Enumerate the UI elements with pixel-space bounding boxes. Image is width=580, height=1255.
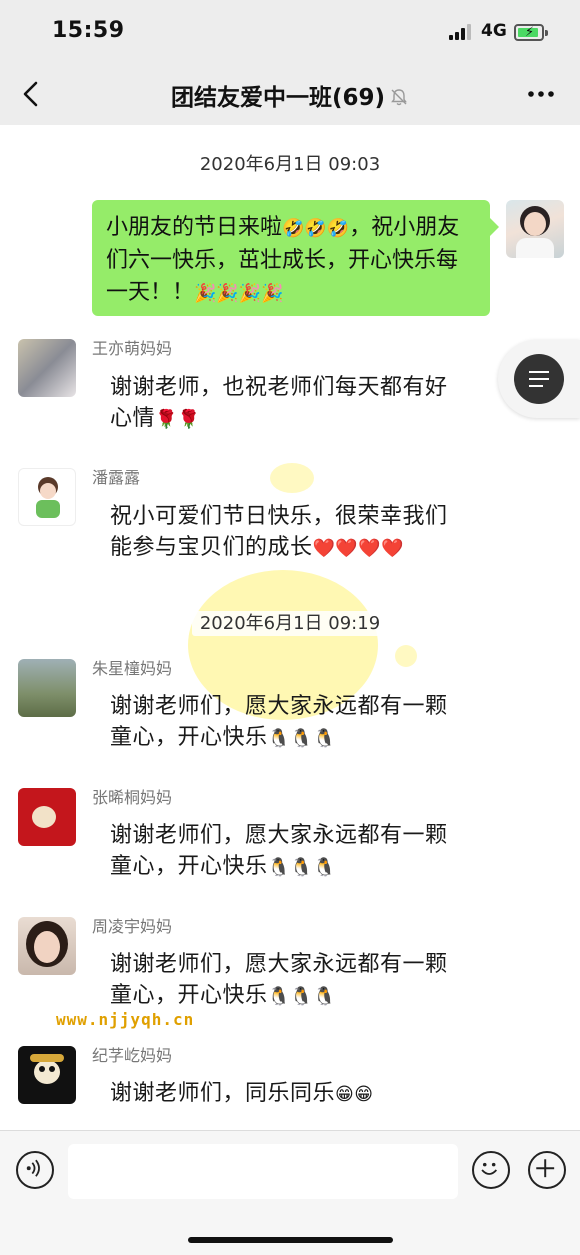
sender-name: 潘露露 — [92, 468, 141, 487]
message-text: 祝小可爱们节日快乐，很荣幸我们 能参与宝贝们的成长❤️❤️❤️❤️ — [110, 501, 448, 564]
message-text: 谢谢老师们，愿大家永远都有一颗 童心，开心快乐🐧🐧🐧 — [110, 820, 448, 883]
menu-icon — [514, 354, 564, 404]
sender-name: 周凌宇妈妈 — [92, 917, 173, 936]
site-watermark: www.njjyqh.cn — [56, 1010, 195, 1029]
timestamp: 2020年6月1日 09:03 — [0, 150, 580, 177]
status-bar: 15:59 4G ⚡ — [0, 0, 580, 62]
timestamp: 2020年6月1日 09:19 — [0, 609, 580, 636]
ellipsis-icon[interactable] — [526, 82, 556, 106]
avatar-sender[interactable] — [18, 339, 76, 397]
avatar-sender[interactable] — [18, 788, 76, 846]
outgoing-message-bubble[interactable]: 小朋友的节日来啦🤣🤣🤣，祝小朋友们六一快乐，茁壮成长，开心快乐每一天！！🎉🎉🎉🎉 — [92, 200, 499, 316]
chat-title: 团结友爱中一班(69) — [0, 78, 580, 112]
penguin-emoji-icon: 🐧🐧🐧 — [267, 728, 337, 749]
penguin-emoji-icon: 🐧🐧🐧 — [267, 857, 337, 878]
background-sticker-small — [270, 463, 314, 493]
avatar-sender[interactable] — [18, 659, 76, 717]
laugh-emoji-icon: 🤣🤣🤣 — [282, 218, 350, 239]
chat-title-text: 团结友爱中一班(69) — [170, 85, 386, 111]
floating-menu-button[interactable] — [498, 340, 580, 418]
plus-icon[interactable] — [528, 1151, 566, 1189]
bell-muted-icon — [391, 89, 407, 106]
rose-emoji-icon: 🌹🌹 — [155, 409, 201, 430]
avatar-self[interactable] — [506, 200, 564, 258]
message-text: 谢谢老师们，愿大家永远都有一颗 童心，开心快乐🐧🐧🐧 — [110, 949, 448, 1012]
outgoing-text-start: 小朋友的节日来啦 — [106, 215, 283, 240]
avatar-sender[interactable] — [18, 1046, 76, 1104]
signal-icon — [449, 24, 473, 40]
sender-name: 王亦萌妈妈 — [92, 339, 173, 358]
chat-area[interactable]: 2020年6月1日 09:03 小朋友的节日来啦🤣🤣🤣，祝小朋友们六一快乐，茁壮… — [0, 125, 580, 1130]
sender-name: 张晞桐妈妈 — [92, 788, 173, 807]
network-label: 4G — [481, 21, 507, 41]
smiley-icon[interactable] — [472, 1151, 510, 1189]
sender-name: 纪芓屹妈妈 — [92, 1046, 173, 1065]
party-popper-icon: 🎉🎉🎉🎉 — [194, 283, 284, 304]
voice-icon[interactable] — [16, 1151, 54, 1189]
sender-name: 朱星橦妈妈 — [92, 659, 173, 678]
heart-emoji-icon: ❤️❤️❤️❤️ — [312, 538, 405, 559]
background-sticker-dot — [395, 645, 417, 667]
message-input[interactable] — [68, 1144, 458, 1199]
grin-emoji-icon: 😁😁 — [335, 1084, 374, 1105]
penguin-emoji-icon: 🐧🐧🐧 — [267, 986, 337, 1007]
home-indicator[interactable] — [188, 1237, 393, 1243]
status-time: 15:59 — [52, 18, 125, 43]
message-text: 谢谢老师，也祝老师们每天都有好 心情🌹🌹 — [110, 372, 448, 435]
navigation-bar: 团结友爱中一班(69) — [0, 62, 580, 125]
avatar-sender[interactable] — [18, 468, 76, 526]
battery-charging-icon: ⚡ — [514, 24, 548, 41]
message-text: 谢谢老师们，同乐同乐😁😁 — [110, 1078, 374, 1110]
avatar-sender[interactable] — [18, 917, 76, 975]
message-text: 谢谢老师们，愿大家永远都有一颗 童心，开心快乐🐧🐧🐧 — [110, 691, 448, 754]
